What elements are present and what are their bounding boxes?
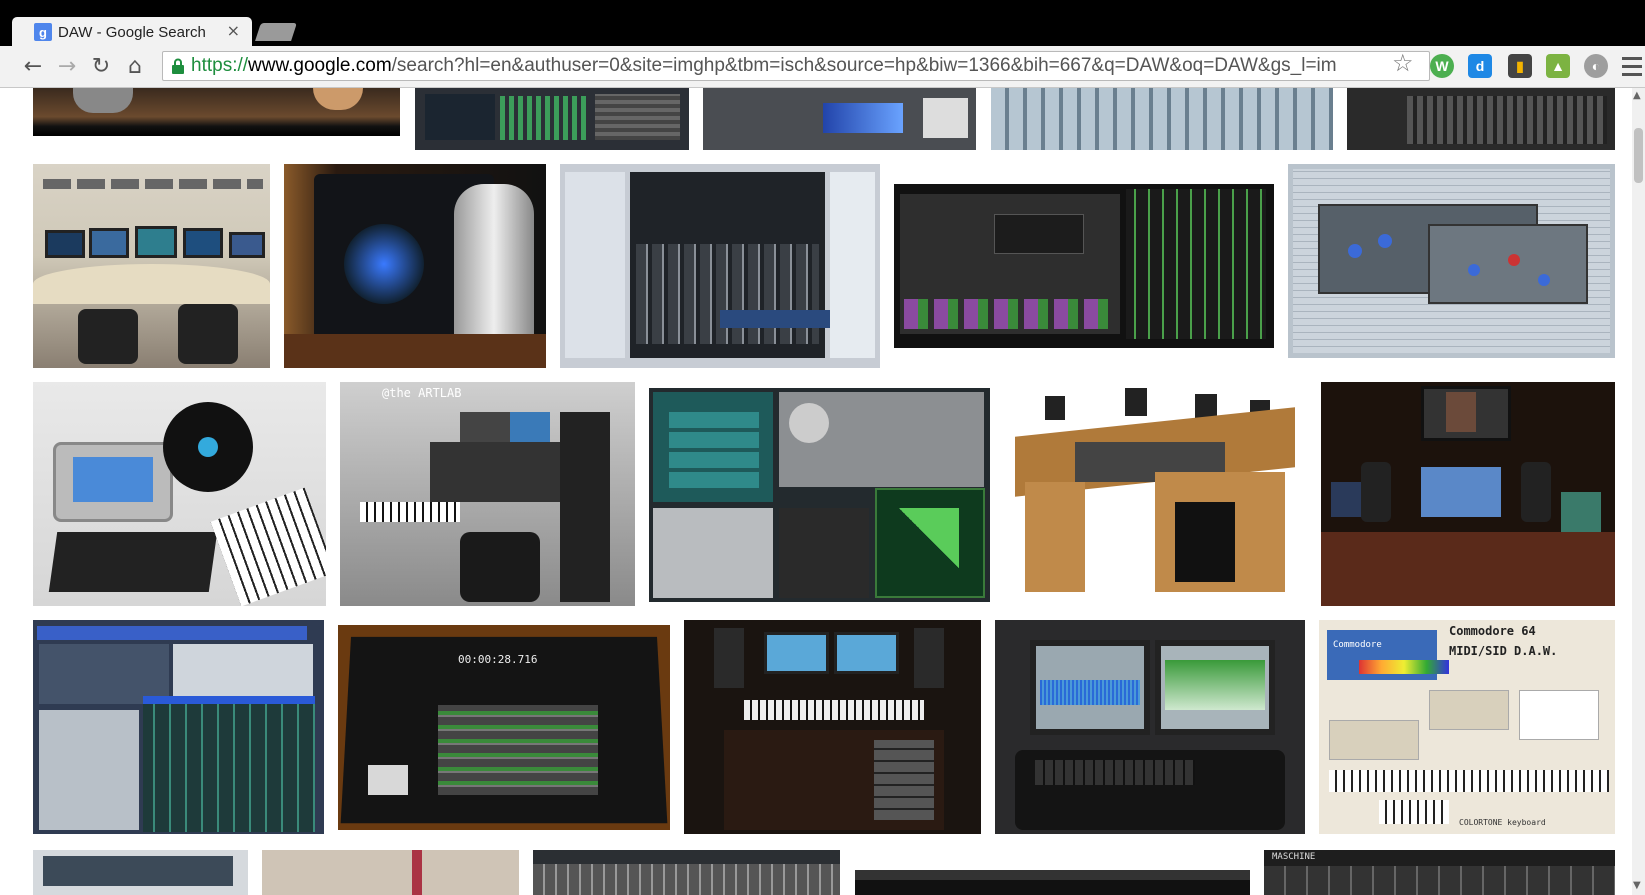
image-result[interactable] (703, 88, 976, 150)
colortone-text: COLORTONE keyboard (1459, 818, 1546, 827)
green-extension-icon[interactable]: ▲ (1546, 54, 1570, 78)
image-result[interactable]: 00:00:28.716 (338, 625, 670, 830)
image-result[interactable] (894, 184, 1274, 348)
maschine-text: MASCHINE (1272, 852, 1316, 862)
browser-window: g DAW - Google Search × ← → ↻ ⌂ https://… (0, 0, 1645, 895)
image-results: @the ARTLAB 00:00:28.716 Commodore 64 MI… (0, 88, 1645, 895)
scroll-up-icon[interactable]: ▲ (1633, 90, 1641, 101)
artlab-watermark: @the ARTLAB (382, 386, 462, 400)
shield-extension-icon[interactable]: ◐ (1584, 54, 1608, 78)
image-result[interactable] (33, 164, 270, 368)
vertical-scrollbar[interactable]: ▲ ▼ (1632, 88, 1645, 895)
tab-title: DAW - Google Search (58, 23, 206, 41)
image-result[interactable] (1347, 88, 1615, 150)
image-result[interactable] (855, 870, 1250, 895)
url-scheme: https:// (191, 55, 249, 76)
image-result[interactable]: MASCHINE (1264, 850, 1615, 895)
image-result[interactable] (649, 388, 990, 602)
image-result[interactable] (33, 382, 326, 606)
image-result[interactable] (33, 850, 248, 895)
reload-button[interactable]: ↻ (86, 51, 116, 81)
w-extension-icon[interactable]: W (1430, 54, 1454, 78)
scroll-down-icon[interactable]: ▼ (1633, 880, 1641, 891)
image-result[interactable]: @the ARTLAB (340, 382, 635, 606)
image-result[interactable] (415, 88, 689, 150)
image-result[interactable] (33, 620, 324, 834)
google-favicon-icon: g (34, 23, 52, 41)
home-button[interactable]: ⌂ (120, 51, 150, 81)
tag-extension-letter: ▮ (1516, 57, 1524, 74)
d-extension-letter: d (1475, 58, 1485, 74)
url-text: https://www.google.com/search?hl=en&auth… (191, 55, 1337, 77)
image-result[interactable] (1005, 382, 1307, 606)
image-result[interactable] (33, 88, 400, 136)
toolbar: ← → ↻ ⌂ https://www.google.com/search?hl… (0, 46, 1645, 88)
green-extension-letter: ▲ (1551, 58, 1565, 74)
image-result[interactable] (560, 164, 880, 368)
commodore-brand-text: Commodore (1333, 640, 1382, 650)
scroll-thumb[interactable] (1634, 128, 1643, 183)
image-result[interactable] (533, 850, 840, 895)
w-extension-letter: W (1435, 58, 1449, 74)
bookmark-star-icon[interactable]: ☆ (1392, 49, 1414, 77)
commodore-title-text: Commodore 64 (1449, 624, 1536, 638)
title-bar: g DAW - Google Search × (0, 0, 1645, 47)
chrome-menu-icon[interactable] (1622, 54, 1642, 78)
image-result[interactable] (684, 620, 981, 834)
image-result[interactable] (262, 850, 519, 895)
image-result[interactable] (995, 620, 1305, 834)
d-extension-icon[interactable]: d (1468, 54, 1492, 78)
commodore-subtitle-text: MIDI/SID D.A.W. (1449, 644, 1558, 658)
image-result[interactable] (1321, 382, 1615, 606)
shield-extension-letter: ◐ (1591, 58, 1601, 74)
tag-extension-icon[interactable]: ▮ (1508, 54, 1532, 78)
url-path: /search?hl=en&authuser=0&site=imghp&tbm=… (391, 55, 1337, 76)
image-result[interactable] (1288, 164, 1615, 358)
tab-daw-search[interactable]: g DAW - Google Search × (12, 17, 252, 47)
image-result[interactable]: Commodore 64 MIDI/SID D.A.W. Commodore C… (1319, 620, 1615, 834)
lock-icon (172, 58, 184, 74)
new-tab-button[interactable] (255, 23, 297, 41)
image-result[interactable] (991, 88, 1333, 150)
address-bar[interactable]: https://www.google.com/search?hl=en&auth… (162, 51, 1430, 81)
timecode-text: 00:00:28.716 (458, 653, 538, 666)
close-tab-icon[interactable]: × (227, 21, 240, 40)
back-button[interactable]: ← (18, 51, 48, 81)
image-result[interactable] (284, 164, 546, 368)
forward-button[interactable]: → (52, 51, 82, 81)
url-host: www.google.com (248, 55, 392, 76)
